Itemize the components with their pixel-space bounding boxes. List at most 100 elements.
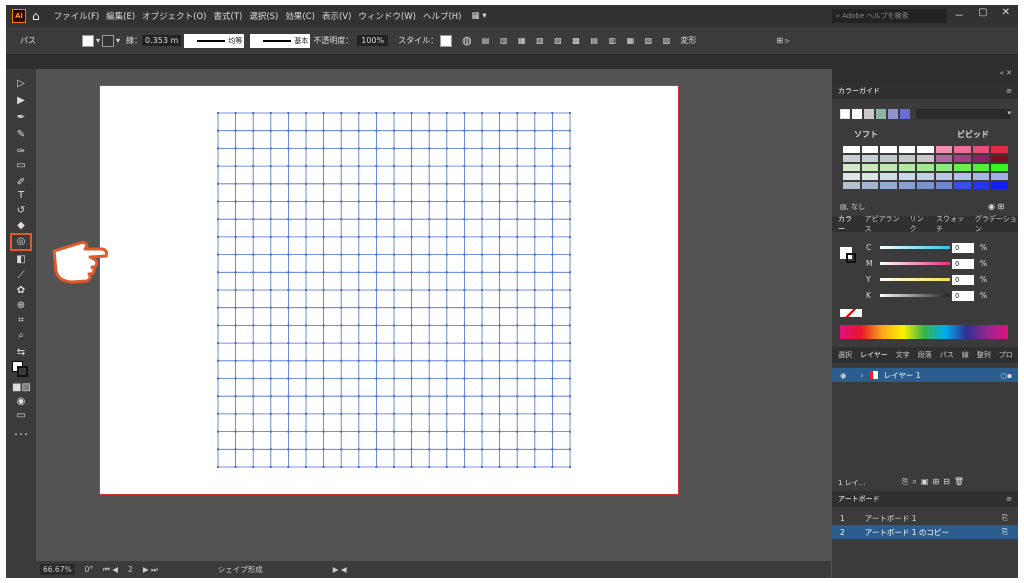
anchor-point[interactable] xyxy=(410,359,413,362)
anchor-point[interactable] xyxy=(410,448,413,451)
anchor-point[interactable] xyxy=(516,235,519,238)
anchor-point[interactable] xyxy=(569,271,571,274)
anchor-point[interactable] xyxy=(269,182,272,185)
anchor-point[interactable] xyxy=(498,147,501,150)
anchor-point[interactable] xyxy=(410,235,413,238)
anchor-point[interactable] xyxy=(217,395,219,398)
anchor-point[interactable] xyxy=(551,182,554,185)
artboard-options-icon[interactable]: ⎘ xyxy=(1002,513,1008,523)
anchor-point[interactable] xyxy=(481,395,483,398)
color-guide-swatch[interactable] xyxy=(953,172,972,181)
color-guide-swatch[interactable] xyxy=(842,163,861,172)
anchor-point[interactable] xyxy=(551,218,554,221)
anchor-point[interactable] xyxy=(217,200,219,203)
anchor-point[interactable] xyxy=(551,129,554,132)
color-guide-swatch[interactable] xyxy=(860,163,880,172)
edit-toolbar-icon[interactable]: ･･･ xyxy=(12,429,30,443)
anchor-point[interactable] xyxy=(516,112,519,114)
anchor-point[interactable] xyxy=(252,306,255,309)
anchor-point[interactable] xyxy=(428,342,431,345)
anchor-point[interactable] xyxy=(393,129,395,132)
canvas-area[interactable] xyxy=(36,69,831,561)
anchor-point[interactable] xyxy=(305,324,307,327)
channel-slider[interactable] xyxy=(880,278,950,281)
anchor-point[interactable] xyxy=(287,271,290,274)
color-guide-swatch[interactable] xyxy=(953,181,972,190)
anchor-point[interactable] xyxy=(217,466,219,468)
anchor-point[interactable] xyxy=(445,395,448,398)
color-guide-swatch[interactable] xyxy=(897,172,917,181)
anchor-point[interactable] xyxy=(516,430,519,433)
anchor-point[interactable] xyxy=(252,342,255,345)
anchor-point[interactable] xyxy=(375,306,378,309)
anchor-point[interactable] xyxy=(287,342,290,345)
anchor-point[interactable] xyxy=(340,271,343,274)
anchor-point[interactable] xyxy=(393,235,395,238)
anchor-point[interactable] xyxy=(569,235,571,238)
anchor-point[interactable] xyxy=(393,200,395,203)
artboard-row[interactable]: 2 アートボード 1 のコピー ⎘ xyxy=(832,525,1018,539)
anchor-point[interactable] xyxy=(305,359,307,362)
channel-value-input[interactable]: 0 xyxy=(952,259,974,269)
anchor-point[interactable] xyxy=(410,182,413,185)
color-guide-swatch[interactable] xyxy=(971,181,991,190)
tab-appearance[interactable]: アピアランス xyxy=(865,214,902,234)
anchor-point[interactable] xyxy=(428,129,431,132)
anchor-point[interactable] xyxy=(340,466,343,468)
anchor-point[interactable] xyxy=(445,359,448,362)
rectangle-tool-icon[interactable]: ▭ xyxy=(12,159,30,173)
anchor-point[interactable] xyxy=(340,253,343,256)
anchor-point[interactable] xyxy=(217,271,219,274)
anchor-point[interactable] xyxy=(305,129,307,132)
anchor-point[interactable] xyxy=(357,448,360,451)
anchor-point[interactable] xyxy=(252,271,255,274)
anchor-point[interactable] xyxy=(481,306,483,309)
color-guide-swatch[interactable] xyxy=(971,163,991,172)
anchor-point[interactable] xyxy=(322,324,325,327)
anchor-point[interactable] xyxy=(252,448,255,451)
anchor-point[interactable] xyxy=(428,253,431,256)
anchor-point[interactable] xyxy=(498,165,501,168)
anchor-point[interactable] xyxy=(287,165,290,168)
anchor-point[interactable] xyxy=(357,289,360,291)
anchor-point[interactable] xyxy=(551,289,554,291)
anchor-point[interactable] xyxy=(340,448,343,451)
anchor-point[interactable] xyxy=(287,324,290,327)
anchor-point[interactable] xyxy=(269,147,272,150)
anchor-point[interactable] xyxy=(569,218,571,221)
anchor-point[interactable] xyxy=(481,253,483,256)
anchor-point[interactable] xyxy=(357,430,360,433)
anchor-point[interactable] xyxy=(498,448,501,451)
anchor-point[interactable] xyxy=(516,147,519,150)
anchor-point[interactable] xyxy=(481,412,483,415)
anchor-point[interactable] xyxy=(410,306,413,309)
anchor-point[interactable] xyxy=(217,359,219,362)
anchor-point[interactable] xyxy=(234,324,237,327)
anchor-point[interactable] xyxy=(428,112,431,114)
anchor-point[interactable] xyxy=(498,342,501,345)
anchor-point[interactable] xyxy=(569,448,571,451)
anchor-point[interactable] xyxy=(305,271,307,274)
anchor-point[interactable] xyxy=(393,448,395,451)
anchor-point[interactable] xyxy=(322,448,325,451)
anchor-point[interactable] xyxy=(569,412,571,415)
anchor-point[interactable] xyxy=(533,395,536,398)
anchor-point[interactable] xyxy=(551,112,554,114)
anchor-point[interactable] xyxy=(252,129,255,132)
brush-definition[interactable]: 基本 xyxy=(250,33,311,48)
anchor-point[interactable] xyxy=(481,165,483,168)
anchor-point[interactable] xyxy=(428,165,431,168)
anchor-point[interactable] xyxy=(287,289,290,291)
anchor-point[interactable] xyxy=(305,182,307,185)
tab-links[interactable]: リンク xyxy=(909,214,928,234)
color-guide-swatch[interactable] xyxy=(897,145,917,154)
eye-icon[interactable]: ◉ xyxy=(840,371,847,380)
anchor-point[interactable] xyxy=(375,377,378,380)
stroke-dropdown-icon[interactable]: ▾ xyxy=(116,36,120,45)
anchor-point[interactable] xyxy=(287,466,290,468)
artboards-title[interactable]: アートボード xyxy=(838,494,880,504)
anchor-point[interactable] xyxy=(551,235,554,238)
anchor-point[interactable] xyxy=(217,112,219,114)
anchor-point[interactable] xyxy=(357,112,360,114)
anchor-point[interactable] xyxy=(340,289,343,291)
